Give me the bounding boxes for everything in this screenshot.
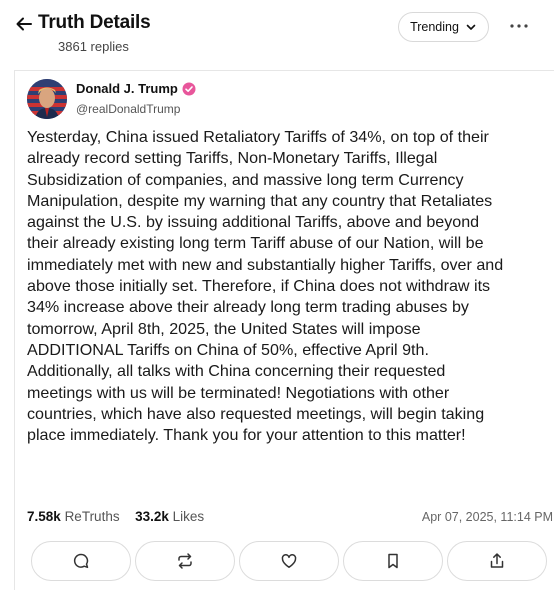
- verified-badge-icon: [182, 82, 196, 95]
- page-header: Truth Details 3861 replies Trending: [0, 0, 554, 62]
- comment-icon: [73, 553, 89, 569]
- more-options-button[interactable]: [506, 14, 532, 38]
- author-name[interactable]: Donald J. Trump: [76, 81, 196, 96]
- like-button[interactable]: [239, 541, 339, 581]
- share-icon: [490, 553, 504, 568]
- truth-post: Donald J. Trump @realDonaldTrump Yesterd…: [14, 70, 554, 590]
- post-stats: 7.58k ReTruths 33.2k Likes Apr 07, 2025,…: [27, 509, 553, 524]
- retruths-label[interactable]: ReTruths: [65, 509, 120, 524]
- post-timestamp: Apr 07, 2025, 11:14 PM: [421, 510, 553, 524]
- replies-count: 3861 replies: [58, 39, 129, 54]
- arrow-left-icon[interactable]: [14, 14, 34, 34]
- more-horizontal-icon: [510, 24, 528, 28]
- repost-icon: [178, 553, 192, 569]
- likes-label[interactable]: Likes: [173, 509, 205, 524]
- sort-dropdown-button[interactable]: Trending: [398, 12, 489, 42]
- bookmark-icon: [388, 553, 398, 569]
- author-handle[interactable]: @realDonaldTrump: [76, 102, 180, 116]
- post-text: Yesterday, China issued Retaliatory Tari…: [27, 128, 504, 445]
- likes-count[interactable]: 33.2k: [135, 509, 169, 524]
- chevron-down-icon: [466, 24, 476, 30]
- sort-label: Trending: [410, 20, 459, 34]
- reply-button[interactable]: [31, 541, 131, 581]
- avatar[interactable]: [27, 79, 67, 119]
- retruths-count[interactable]: 7.58k: [27, 509, 61, 524]
- share-button[interactable]: [447, 541, 547, 581]
- retruth-button[interactable]: [135, 541, 235, 581]
- heart-icon: [281, 554, 297, 568]
- post-actions: [31, 541, 547, 587]
- page-title: Truth Details: [38, 12, 151, 33]
- bookmark-button[interactable]: [343, 541, 443, 581]
